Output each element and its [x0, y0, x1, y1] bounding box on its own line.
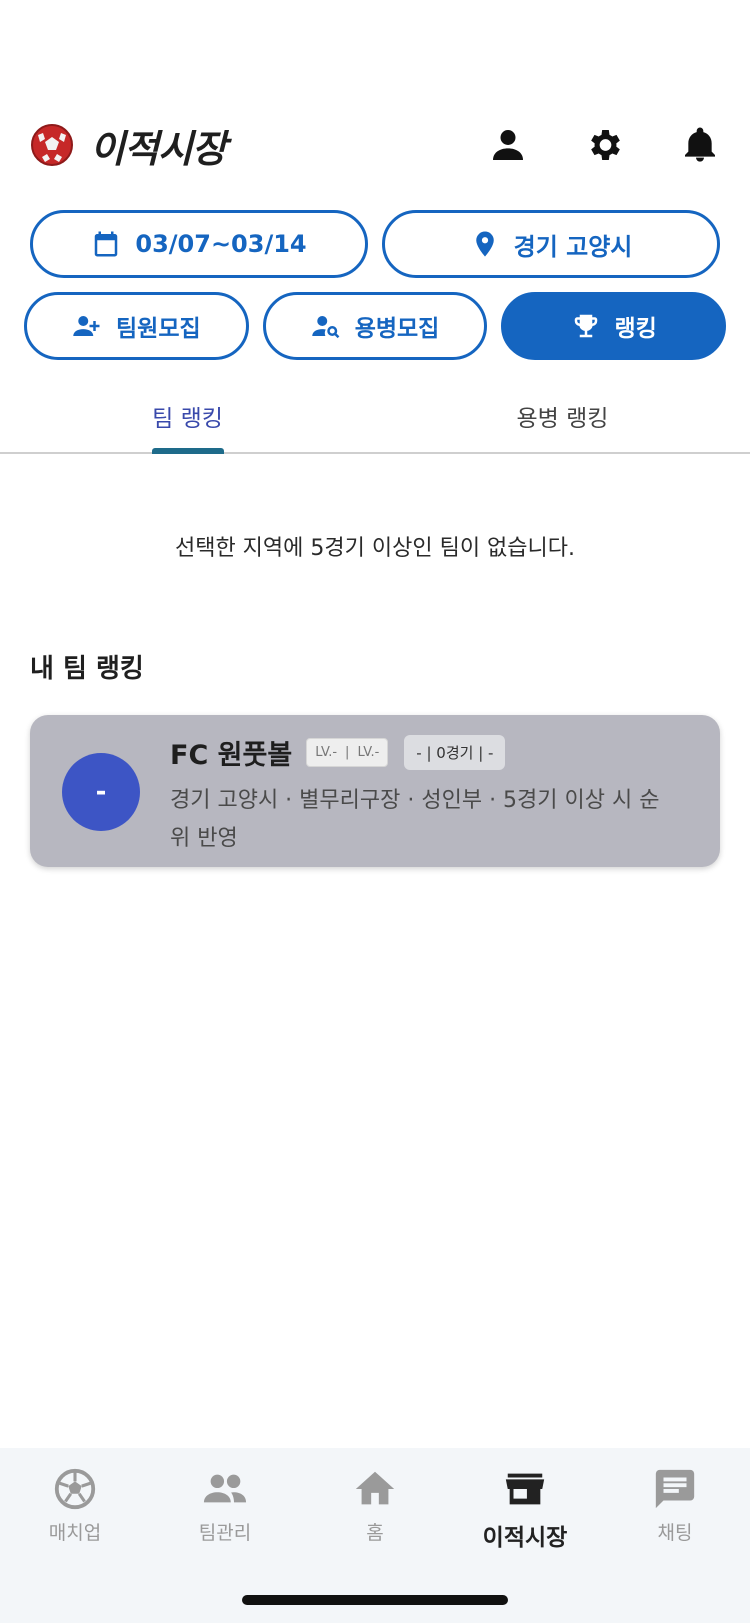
level-separator: | [345, 745, 350, 760]
recruit-member-button[interactable]: 팀원모집 [24, 292, 249, 360]
ranking-button[interactable]: 랭킹 [501, 292, 727, 360]
store-icon [505, 1473, 545, 1505]
date-range-button[interactable]: 03/07~03/14 [30, 210, 368, 278]
nav-chat-label: 채팅 [657, 1522, 693, 1544]
nav-chat[interactable]: 채팅 [600, 1448, 750, 1623]
team-header-row: FC 원풋볼 LV.- | LV.- - | 0경기 | - [170, 733, 680, 772]
ranking-tabs: 팀 랭킹 용병 랭킹 [0, 380, 750, 454]
location-button[interactable]: 경기 고양시 [382, 210, 720, 278]
nav-matchup[interactable]: 매치업 [0, 1448, 150, 1623]
gear-icon[interactable] [584, 125, 624, 165]
nav-team-management-label: 팀관리 [198, 1522, 252, 1544]
recruit-member-label: 팀원모집 [116, 316, 201, 342]
recruit-mercenary-button[interactable]: 용병모집 [262, 292, 488, 360]
my-team-section-title: 내 팀 랭킹 [30, 654, 144, 684]
recruit-mercenary-label: 용병모집 [354, 316, 440, 342]
soccer-ball-icon [54, 1468, 96, 1510]
person-search-icon [311, 316, 340, 339]
level-value-1: LV.- [315, 745, 338, 760]
tab-team-ranking-label: 팀 랭킹 [152, 406, 223, 432]
record-badge: - | 0경기 | - [404, 735, 506, 770]
tab-team-ranking[interactable]: 팀 랭킹 [0, 380, 375, 452]
calendar-icon [95, 231, 118, 257]
soccer-ball-logo-icon [31, 124, 73, 166]
home-icon [355, 1471, 395, 1505]
bell-icon[interactable] [680, 125, 720, 165]
location-label: 경기 고양시 [513, 232, 633, 261]
tab-mercenary-ranking-label: 용병 랭킹 [516, 406, 609, 432]
nav-matchup-label: 매치업 [48, 1522, 102, 1544]
home-indicator [242, 1595, 508, 1605]
level-badge: LV.- | LV.- [306, 738, 389, 767]
tab-indicator [152, 448, 224, 454]
profile-icon[interactable] [488, 125, 528, 165]
date-range-label: 03/07~03/14 [135, 230, 307, 258]
filter-row: 03/07~03/14 경기 고양시 [30, 210, 720, 278]
people-icon [203, 1474, 247, 1503]
team-name: FC 원풋볼 [170, 740, 293, 771]
trophy-icon [574, 314, 597, 338]
level-value-2: LV.- [357, 745, 380, 760]
app-header: 이적시장 [30, 110, 720, 180]
header-actions [488, 125, 720, 165]
ranking-label: 랭킹 [614, 316, 657, 342]
location-pin-icon [475, 231, 494, 257]
category-row: 팀원모집 용병모집 랭킹 [24, 292, 727, 360]
tab-mercenary-ranking[interactable]: 용병 랭킹 [375, 380, 750, 452]
empty-state-message: 선택한 지역에 5경기 이상인 팀이 없습니다. [174, 536, 576, 561]
chat-icon [655, 1469, 695, 1509]
my-team-card[interactable]: - FC 원풋볼 LV.- | LV.- - | 0경기 | - 경기 고양시 … [30, 715, 720, 867]
team-info: FC 원풋볼 LV.- | LV.- - | 0경기 | - 경기 고양시 · … [170, 733, 680, 858]
team-description: 경기 고양시 · 별무리구장 · 성인부 · 5경기 이상 시 순위 반영 [170, 788, 660, 851]
page-title: 이적시장 [90, 126, 227, 171]
nav-transfer-market-label: 이적시장 [482, 1525, 568, 1551]
team-rank-avatar: - [62, 753, 140, 831]
nav-home-label: 홈 [366, 1522, 384, 1544]
add-person-icon [73, 316, 100, 336]
